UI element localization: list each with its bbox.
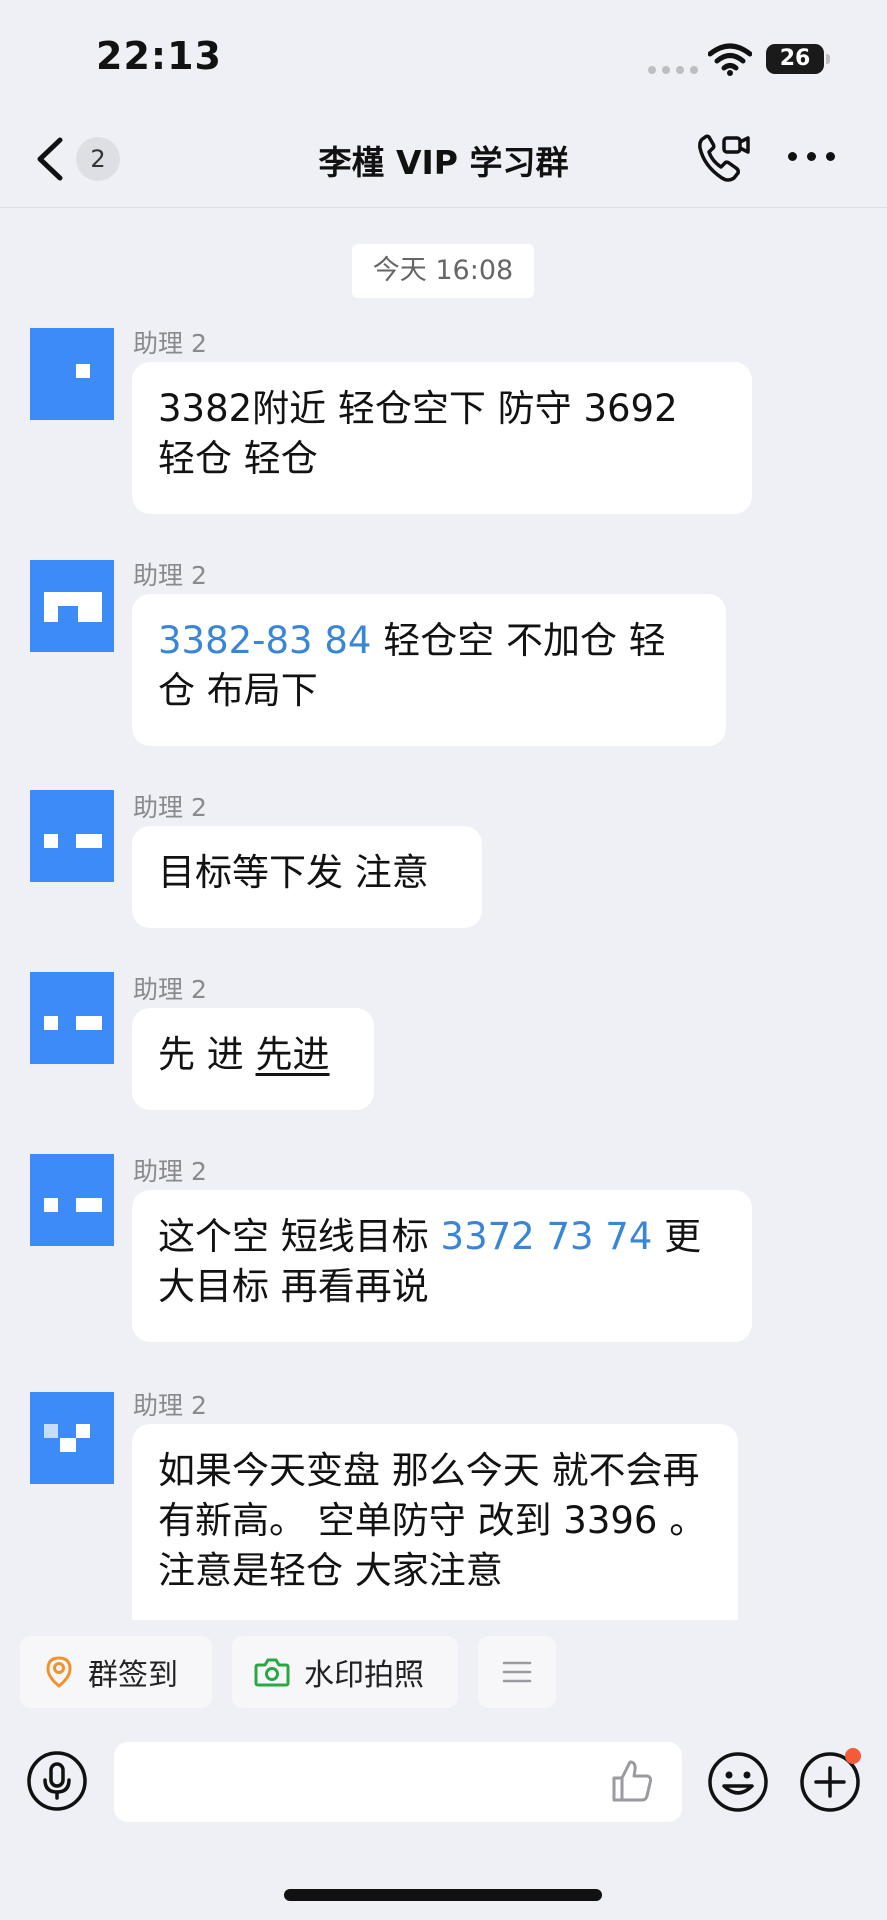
- avatar[interactable]: [30, 1154, 114, 1246]
- video-call-icon[interactable]: [696, 132, 752, 184]
- sender-name: 助理 2: [133, 793, 207, 822]
- price-link[interactable]: 3372 73 74: [441, 1215, 653, 1258]
- avatar[interactable]: [30, 328, 114, 420]
- menu-icon: [502, 1661, 532, 1683]
- page-title: 李槿 VIP 学习群: [318, 143, 569, 182]
- signal-dots-icon: [648, 66, 698, 74]
- message-bubble[interactable]: 3382附近 轻仓空下 防守 3692 轻仓 轻仓: [132, 362, 752, 514]
- emoji-icon[interactable]: [706, 1750, 770, 1814]
- underlined-text[interactable]: 先进: [256, 1033, 330, 1076]
- home-indicator[interactable]: [284, 1889, 602, 1901]
- message-bubble[interactable]: 先 进 先进: [132, 1008, 374, 1110]
- message-bubble[interactable]: 如果今天变盘 那么今天 就不会再有新高。 空单防守 改到 3396 。注意是轻仓…: [132, 1424, 738, 1620]
- camera-icon: [254, 1658, 290, 1687]
- more-actions-button[interactable]: [478, 1636, 556, 1708]
- sender-name: 助理 2: [133, 1391, 207, 1420]
- message-text: 目标等下发 注意: [158, 851, 429, 894]
- message-input[interactable]: [114, 1742, 682, 1822]
- message-input-bar: [0, 1730, 887, 1840]
- sender-name: 助理 2: [133, 975, 207, 1004]
- wifi-icon: [708, 43, 752, 76]
- notification-dot: [845, 1748, 861, 1764]
- checkin-label: 群签到: [88, 1658, 178, 1693]
- message-bubble[interactable]: 3382-83 84 轻仓空 不加仓 轻仓 布局下: [132, 594, 726, 746]
- message-bubble[interactable]: 目标等下发 注意: [132, 826, 482, 928]
- message-text: 这个空 短线目标: [158, 1215, 441, 1258]
- watermark-photo-label: 水印拍照: [304, 1658, 424, 1693]
- battery-indicator: 26: [766, 44, 830, 74]
- quick-actions-bar: 群签到 水印拍照: [0, 1636, 887, 1710]
- chat-timestamp: 今天 16:08: [352, 244, 534, 298]
- price-link[interactable]: 3382-83 84: [158, 619, 371, 662]
- message-bubble[interactable]: 这个空 短线目标 3372 73 74 更大目标 再看再说: [132, 1190, 752, 1342]
- microphone-icon[interactable]: [26, 1750, 88, 1812]
- message-text: 如果今天变盘 那么今天 就不会再有新高。 空单防守 改到 3396 。注意是轻仓…: [158, 1449, 707, 1592]
- thumbs-up-icon[interactable]: [610, 1758, 654, 1804]
- status-time: 22:13: [96, 34, 222, 78]
- message-text: 先 进: [158, 1033, 256, 1076]
- avatar[interactable]: [30, 560, 114, 652]
- sender-name: 助理 2: [133, 561, 207, 590]
- sender-name: 助理 2: [133, 1157, 207, 1186]
- status-bar: 22:13 26: [0, 0, 887, 110]
- sender-name: 助理 2: [133, 329, 207, 358]
- chat-header: 2 李槿 VIP 学习群: [0, 110, 887, 208]
- message-text: 3382附近 轻仓空下 防守 3692 轻仓 轻仓: [158, 387, 678, 480]
- avatar[interactable]: [30, 972, 114, 1064]
- avatar[interactable]: [30, 1392, 114, 1484]
- avatar[interactable]: [30, 790, 114, 882]
- watermark-photo-button[interactable]: 水印拍照: [232, 1636, 458, 1708]
- group-checkin-button[interactable]: 群签到: [20, 1636, 212, 1708]
- more-icon[interactable]: [788, 152, 835, 161]
- location-pin-icon: [46, 1656, 72, 1688]
